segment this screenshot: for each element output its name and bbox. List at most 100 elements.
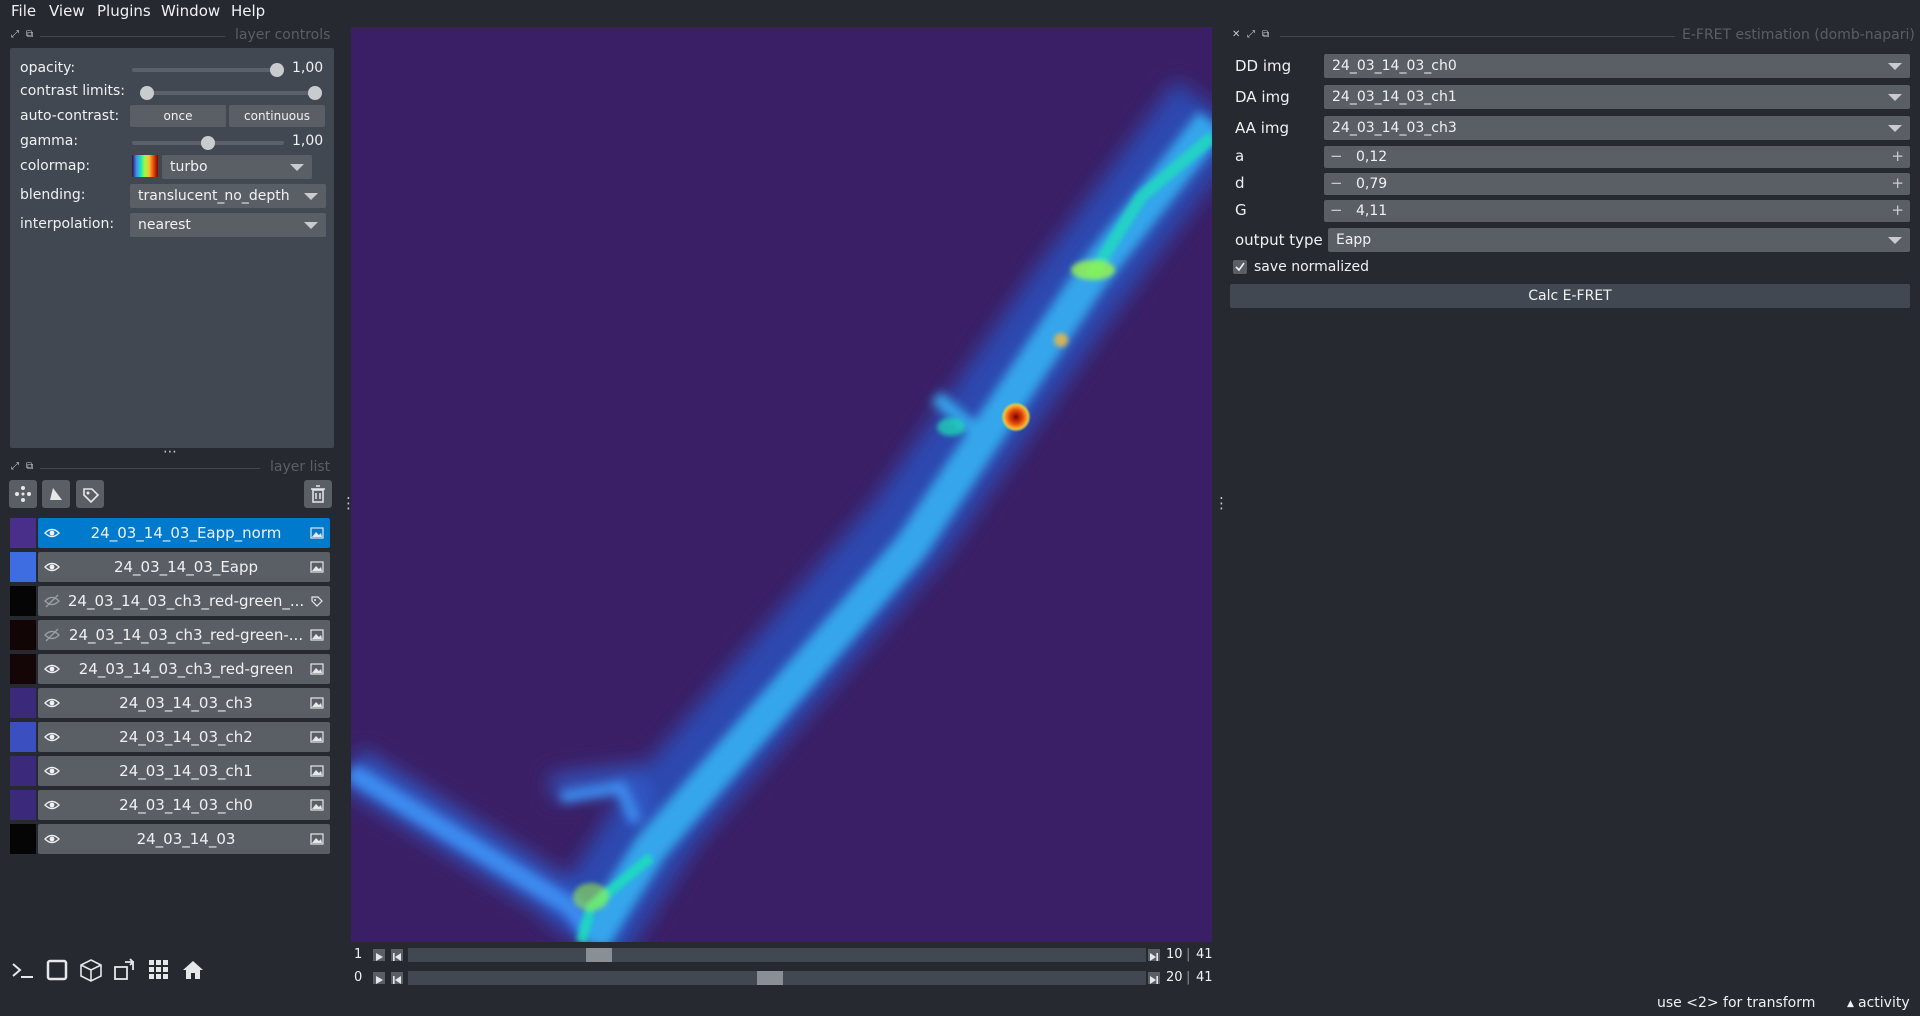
roll-dims-button[interactable] xyxy=(77,956,105,984)
step-forward-icon[interactable] xyxy=(1148,972,1160,984)
dim-slider[interactable] xyxy=(408,971,1146,985)
opacity-slider[interactable] xyxy=(132,68,284,72)
layer-name[interactable]: 24_03_14_03_ch2 xyxy=(64,728,308,746)
dd-img-combo[interactable]: 24_03_14_03_ch0 xyxy=(1324,54,1910,78)
layer-name[interactable]: 24_03_14_03_ch3_red-green_... xyxy=(64,592,308,610)
eye-icon[interactable] xyxy=(44,559,60,575)
eye-icon[interactable] xyxy=(44,763,60,779)
eye-icon[interactable] xyxy=(44,661,60,677)
new-points-layer-button[interactable] xyxy=(9,480,37,508)
layer-row[interactable]: 24_03_14_03_ch2 xyxy=(10,722,330,752)
layer-item[interactable]: 24_03_14_03_ch3_red-green-... xyxy=(38,620,330,650)
da-img-combo[interactable]: 24_03_14_03_ch1 xyxy=(1324,85,1910,109)
dock-float-icon[interactable]: ⤢ xyxy=(11,29,19,40)
activity-button[interactable]: activity xyxy=(1858,995,1910,1011)
a-spinbox[interactable]: − 0,12 + xyxy=(1324,146,1910,168)
image-canvas[interactable] xyxy=(351,27,1212,942)
dock-float-icon[interactable]: ⤢ xyxy=(1247,29,1255,40)
decrement-icon[interactable]: − xyxy=(1330,174,1343,192)
splitter-handle[interactable]: ⋯ xyxy=(163,444,177,460)
layer-item[interactable]: 24_03_14_03_ch2 xyxy=(38,722,330,752)
increment-icon[interactable]: + xyxy=(1891,147,1904,165)
g-spinbox[interactable]: − 4,11 + xyxy=(1324,200,1910,222)
output-type-combo[interactable]: Eapp xyxy=(1328,228,1910,252)
d-spinbox[interactable]: − 0,79 + xyxy=(1324,173,1910,195)
delete-layer-button[interactable] xyxy=(304,480,332,508)
colormap-combo[interactable]: turbo xyxy=(162,155,312,179)
ndisplay-button[interactable] xyxy=(43,956,71,984)
layer-row[interactable]: 24_03_14_03_ch3_red-green xyxy=(10,654,330,684)
gamma-slider-handle[interactable] xyxy=(201,136,215,150)
layer-row[interactable]: 24_03_14_03_ch1 xyxy=(10,756,330,786)
layer-item[interactable]: 24_03_14_03_ch3 xyxy=(38,688,330,718)
layer-row[interactable]: 24_03_14_03_Eapp xyxy=(10,552,330,582)
eye-icon[interactable] xyxy=(44,525,60,541)
calc-efret-button[interactable]: Calc E-FRET xyxy=(1230,284,1910,308)
aa-img-combo[interactable]: 24_03_14_03_ch3 xyxy=(1324,116,1910,140)
home-button[interactable] xyxy=(179,956,207,984)
layer-name[interactable]: 24_03_14_03_ch3 xyxy=(64,694,308,712)
dock-detach-icon[interactable]: ⧉ xyxy=(1262,29,1269,40)
step-forward-icon[interactable] xyxy=(1148,949,1160,961)
dim-slider-thumb[interactable] xyxy=(757,971,783,985)
increment-icon[interactable]: + xyxy=(1891,201,1904,219)
dock-close-icon[interactable]: ✕ xyxy=(1232,29,1240,40)
layer-row[interactable]: 24_03_14_03_ch3_red-green_... xyxy=(10,586,330,616)
contrast-high-handle[interactable] xyxy=(308,86,322,100)
layer-name[interactable]: 24_03_14_03_ch3_red-green xyxy=(64,660,308,678)
contrast-low-handle[interactable] xyxy=(140,86,154,100)
dock-float-icon[interactable]: ⤢ xyxy=(11,461,19,472)
layer-row[interactable]: 24_03_14_03_ch3_red-green-... xyxy=(10,620,330,650)
blending-combo[interactable]: translucent_no_depth xyxy=(130,184,326,208)
eye-icon[interactable] xyxy=(44,695,60,711)
new-shapes-layer-button[interactable] xyxy=(42,480,70,508)
eye-icon[interactable] xyxy=(44,729,60,745)
dim-current-index[interactable]: 20 xyxy=(1166,970,1183,985)
layer-name[interactable]: 24_03_14_03_ch1 xyxy=(64,762,308,780)
dock-close-icon[interactable]: ⧉ xyxy=(26,461,33,472)
right-dock-splitter[interactable]: ⋮ xyxy=(1214,494,1229,512)
layer-name[interactable]: 24_03_14_03_Eapp_norm xyxy=(64,524,308,542)
dim-current-index[interactable]: 10 xyxy=(1166,947,1183,962)
increment-icon[interactable]: + xyxy=(1891,174,1904,192)
console-button[interactable] xyxy=(9,956,37,984)
play-icon[interactable] xyxy=(373,949,385,961)
menu-window[interactable]: Window xyxy=(161,2,220,20)
new-labels-layer-button[interactable] xyxy=(76,480,104,508)
once-button[interactable]: once xyxy=(130,105,226,127)
menu-help[interactable]: Help xyxy=(231,2,265,20)
layer-item[interactable]: 24_03_14_03_ch3_red-green xyxy=(38,654,330,684)
step-back-icon[interactable] xyxy=(391,949,403,961)
layer-row[interactable]: 24_03_14_03_ch3 xyxy=(10,688,330,718)
menu-view[interactable]: View xyxy=(49,2,85,20)
dim-slider-thumb[interactable] xyxy=(586,948,612,962)
decrement-icon[interactable]: − xyxy=(1330,147,1343,165)
layer-row[interactable]: 24_03_14_03 xyxy=(10,824,330,854)
layer-item[interactable]: 24_03_14_03_Eapp_norm xyxy=(38,518,330,548)
layer-row[interactable]: 24_03_14_03_ch0 xyxy=(10,790,330,820)
step-back-icon[interactable] xyxy=(391,972,403,984)
dock-close-icon[interactable]: ⧉ xyxy=(26,29,33,40)
decrement-icon[interactable]: − xyxy=(1330,201,1343,219)
interpolation-combo[interactable]: nearest xyxy=(130,213,326,237)
dim-slider[interactable] xyxy=(408,948,1146,962)
layer-item[interactable]: 24_03_14_03_ch1 xyxy=(38,756,330,786)
continuous-button[interactable]: continuous xyxy=(229,105,325,127)
eye-icon[interactable] xyxy=(44,831,60,847)
play-icon[interactable] xyxy=(373,972,385,984)
transpose-button[interactable] xyxy=(111,956,139,984)
layer-item[interactable]: 24_03_14_03_ch0 xyxy=(38,790,330,820)
grid-view-button[interactable] xyxy=(145,956,173,984)
layer-item[interactable]: 24_03_14_03_ch3_red-green_... xyxy=(38,586,330,616)
layer-name[interactable]: 24_03_14_03_Eapp xyxy=(64,558,308,576)
layer-item[interactable]: 24_03_14_03_Eapp xyxy=(38,552,330,582)
layer-name[interactable]: 24_03_14_03 xyxy=(64,830,308,848)
save-normalized-checkbox[interactable] xyxy=(1233,260,1247,274)
layer-name[interactable]: 24_03_14_03_ch3_red-green-... xyxy=(64,626,308,644)
menu-plugins[interactable]: Plugins xyxy=(97,2,151,20)
layer-item[interactable]: 24_03_14_03 xyxy=(38,824,330,854)
contrast-limits-slider[interactable] xyxy=(140,91,322,95)
layer-name[interactable]: 24_03_14_03_ch0 xyxy=(64,796,308,814)
menu-file[interactable]: File xyxy=(11,2,36,20)
eye-icon[interactable] xyxy=(44,797,60,813)
